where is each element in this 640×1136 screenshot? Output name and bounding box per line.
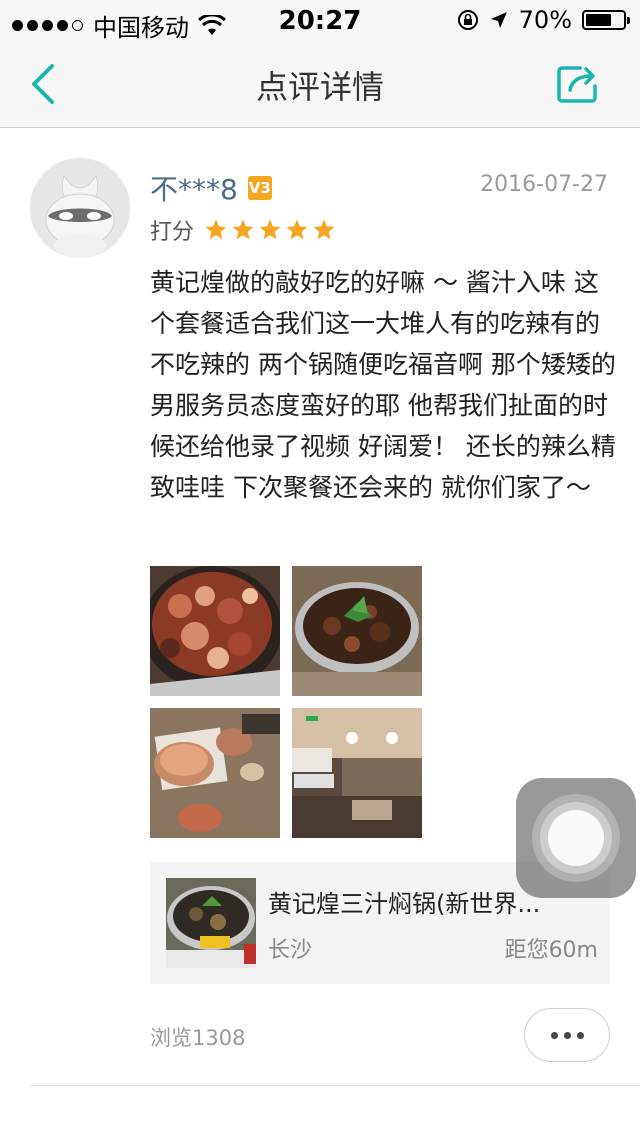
- default-avatar-icon: [30, 158, 130, 258]
- food-photo-icon: [150, 566, 280, 696]
- review-photo-3[interactable]: [150, 708, 280, 838]
- review-date: 2016-07-27: [480, 172, 608, 197]
- battery-percent: 70%: [518, 6, 572, 34]
- shop-distance: 距您60m: [504, 938, 598, 963]
- restaurant-photo-icon: [292, 708, 422, 838]
- username[interactable]: 不***8: [150, 168, 238, 208]
- rotation-lock-icon: [457, 10, 478, 30]
- star-icon: [313, 219, 335, 240]
- review-photo-1[interactable]: [150, 566, 280, 696]
- status-right: 70%: [457, 6, 630, 34]
- more-dot-icon: [550, 1031, 558, 1039]
- star-rating: [204, 218, 336, 242]
- view-count: 浏览1308: [150, 1026, 246, 1050]
- shop-thumbnail: [166, 878, 256, 968]
- shop-city: 长沙: [268, 938, 313, 963]
- shop-photo-icon: [166, 878, 256, 968]
- review-photo-4[interactable]: [292, 708, 422, 838]
- share-icon: [557, 66, 597, 103]
- share-button[interactable]: [556, 64, 600, 104]
- divider: [30, 1085, 640, 1086]
- nav-bar: 点评详情: [0, 40, 640, 128]
- assistive-touch-button[interactable]: [516, 778, 636, 898]
- location-arrow-icon: [490, 12, 507, 28]
- battery-icon: [582, 10, 630, 30]
- more-options-button[interactable]: [524, 1008, 610, 1062]
- status-bar: 中国移动 20:27 70%: [0, 0, 640, 42]
- avatar[interactable]: [30, 158, 130, 258]
- user-row: 不***8 V3: [150, 168, 272, 208]
- star-icon: [232, 219, 254, 240]
- star-icon: [286, 219, 308, 240]
- review-content: 黄记煌做的敲好吃的好嘛 ～ 酱汁入味 这个套餐适合我们这一大堆人有的吃辣有的不吃…: [150, 268, 616, 502]
- vip-level-badge: V3: [247, 176, 272, 200]
- score-label: 打分: [150, 220, 195, 245]
- star-icon: [259, 219, 281, 240]
- page-title: 点评详情: [255, 68, 384, 106]
- food-photo-icon: [292, 566, 422, 696]
- score-row: 打分: [150, 214, 336, 246]
- star-icon: [205, 219, 227, 240]
- review-photo-2[interactable]: [292, 566, 422, 696]
- battery-fill: [586, 14, 612, 26]
- more-dot-icon: [576, 1031, 584, 1039]
- assistive-touch-icon: [548, 810, 604, 866]
- more-dot-icon: [563, 1031, 571, 1039]
- food-photo-icon: [150, 708, 280, 838]
